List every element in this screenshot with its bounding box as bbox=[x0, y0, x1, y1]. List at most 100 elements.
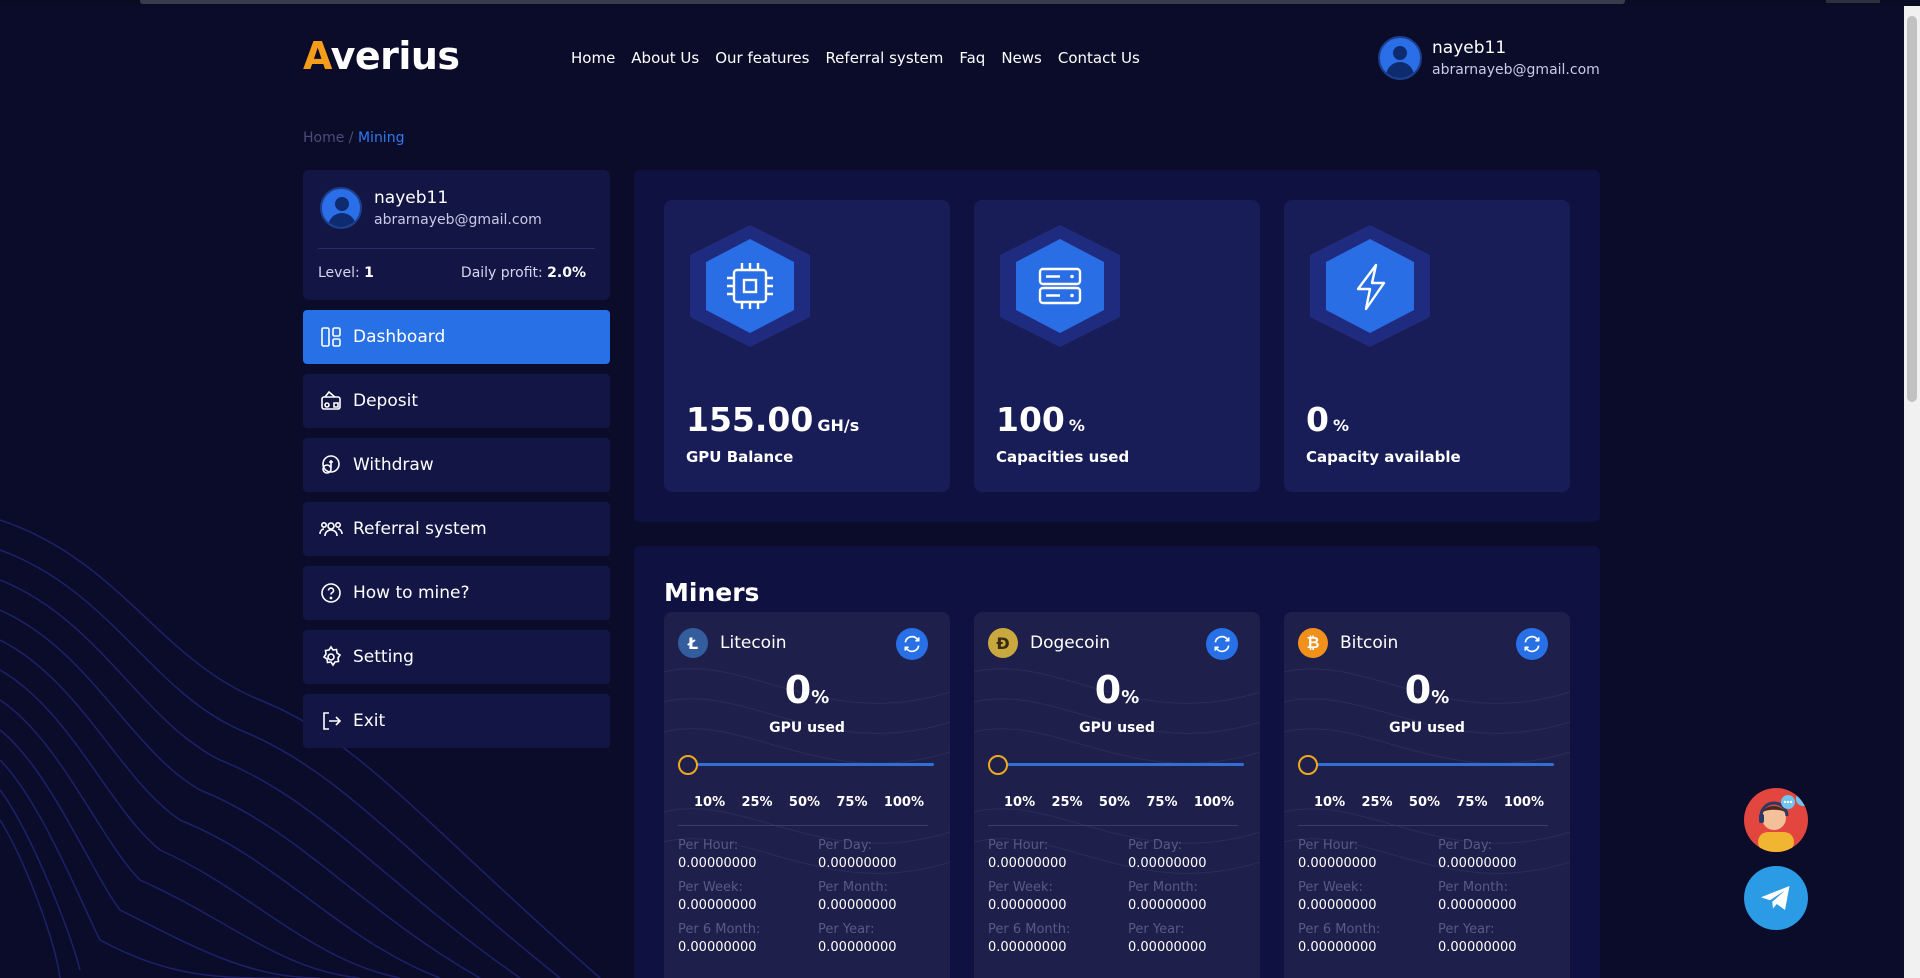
tick-25[interactable]: 25% bbox=[1051, 795, 1082, 810]
gpu-used-label: GPU used bbox=[1389, 720, 1465, 736]
gear-icon bbox=[322, 645, 342, 667]
server-icon bbox=[1000, 225, 1120, 347]
earn-per-day: Per Day: 0.00000000 bbox=[1438, 838, 1517, 871]
gpu-slider-handle[interactable] bbox=[988, 755, 1008, 775]
refresh-button[interactable] bbox=[896, 628, 928, 660]
sidebar-item-label: How to mine? bbox=[353, 583, 470, 603]
sidebar-item-setting[interactable]: Setting bbox=[303, 630, 610, 684]
gpu-slider-handle[interactable] bbox=[678, 755, 698, 775]
tick-50[interactable]: 50% bbox=[1409, 795, 1440, 810]
tick-25[interactable]: 25% bbox=[1361, 795, 1392, 810]
breadcrumb-current: Mining bbox=[357, 130, 405, 146]
nav-faq[interactable]: Faq bbox=[959, 49, 985, 67]
nav-about-us[interactable]: About Us bbox=[631, 49, 699, 67]
wallet-icon bbox=[321, 390, 341, 410]
earn-per-week: Per Week: 0.00000000 bbox=[678, 880, 757, 913]
gpu-slider-track[interactable] bbox=[1004, 763, 1244, 766]
gpu-percent: 0% bbox=[784, 668, 830, 712]
capacities-used-value: 100% bbox=[996, 400, 1085, 439]
sidebar-item-dashboard[interactable]: Dashboard bbox=[303, 310, 610, 364]
main-nav: Home About Us Our features Referral syst… bbox=[571, 49, 1156, 67]
browser-tab-bar bbox=[140, 0, 1625, 4]
divider bbox=[678, 825, 928, 826]
refresh-button[interactable] bbox=[1516, 628, 1548, 660]
gpu-slider-handle[interactable] bbox=[1298, 755, 1318, 775]
earn-per-year: Per Year: 0.00000000 bbox=[1128, 922, 1207, 955]
breadcrumb-home[interactable]: Home bbox=[303, 130, 344, 146]
stat-card-gpu-balance: 155.00 GH/s GPU Balance bbox=[664, 200, 950, 492]
browser-top-strip bbox=[0, 0, 1920, 6]
page-scrollbar[interactable] bbox=[1904, 6, 1920, 978]
tick-25[interactable]: 25% bbox=[741, 795, 772, 810]
avatar-icon bbox=[1378, 36, 1422, 80]
earn-per-day: Per Day: 0.00000000 bbox=[818, 838, 897, 871]
scrollbar-thumb[interactable] bbox=[1907, 16, 1917, 402]
tick-75[interactable]: 75% bbox=[1456, 795, 1487, 810]
sidebar-item-deposit[interactable]: Deposit bbox=[303, 374, 610, 428]
sidebar-item-how-to-mine[interactable]: How to mine? bbox=[303, 566, 610, 620]
tick-50[interactable]: 50% bbox=[1099, 795, 1130, 810]
earn-per-6month: Per 6 Month: 0.00000000 bbox=[988, 922, 1071, 955]
gpu-slider-track[interactable] bbox=[1314, 763, 1554, 766]
nav-news[interactable]: News bbox=[1001, 49, 1042, 67]
nav-referral-system[interactable]: Referral system bbox=[825, 49, 943, 67]
support-agent-icon bbox=[1758, 792, 1808, 852]
site-logo[interactable]: Averius bbox=[303, 34, 460, 78]
header-user-menu[interactable]: nayeb11 abrarnayeb@gmail.com bbox=[1378, 36, 1600, 80]
browser-control bbox=[1826, 0, 1880, 3]
divider bbox=[1298, 825, 1548, 826]
profile-card: nayeb11 abrarnayeb@gmail.com Level: 1 Da… bbox=[303, 170, 610, 300]
header-email: abrarnayeb@gmail.com bbox=[1432, 62, 1600, 78]
gpu-percent: 0% bbox=[1404, 668, 1450, 712]
refresh-button[interactable] bbox=[1206, 628, 1238, 660]
tick-50[interactable]: 50% bbox=[789, 795, 820, 810]
capacity-available-label: Capacity available bbox=[1306, 448, 1461, 466]
gpu-balance-label: GPU Balance bbox=[686, 448, 794, 466]
refresh-icon bbox=[904, 635, 920, 653]
tick-100[interactable]: 100% bbox=[1194, 795, 1234, 810]
stats-panel: 155.00 GH/s GPU Balance 100% Capacities u… bbox=[634, 170, 1600, 522]
earn-per-6month: Per 6 Month: 0.00000000 bbox=[678, 922, 761, 955]
profile-level: Level: 1 bbox=[318, 265, 374, 281]
sidebar-item-label: Withdraw bbox=[353, 455, 434, 475]
sidebar-item-label: Referral system bbox=[353, 519, 487, 539]
support-chat-button[interactable] bbox=[1744, 788, 1808, 852]
earn-per-week: Per Week: 0.00000000 bbox=[1298, 880, 1377, 913]
tick-75[interactable]: 75% bbox=[836, 795, 867, 810]
profile-username: nayeb11 bbox=[374, 188, 449, 208]
tick-100[interactable]: 100% bbox=[1504, 795, 1544, 810]
tick-100[interactable]: 100% bbox=[884, 795, 924, 810]
gpu-slider-track[interactable] bbox=[694, 763, 934, 766]
lightning-icon bbox=[1310, 225, 1430, 347]
gpu-used-label: GPU used bbox=[769, 720, 845, 736]
divider bbox=[988, 825, 1238, 826]
dogecoin-icon: Ð bbox=[988, 628, 1018, 658]
capacities-used-label: Capacities used bbox=[996, 448, 1130, 466]
cpu-icon bbox=[690, 225, 810, 347]
profile-daily-profit: Daily profit: 2.0% bbox=[461, 265, 586, 281]
slider-ticks: 10% 25% 50% 75% 100% bbox=[1004, 795, 1234, 810]
question-icon bbox=[321, 583, 341, 603]
nav-home[interactable]: Home bbox=[571, 49, 615, 67]
gpu-percent: 0% bbox=[1094, 668, 1140, 712]
sidebar-item-withdraw[interactable]: Withdraw bbox=[303, 438, 610, 492]
sidebar-item-referral[interactable]: Referral system bbox=[303, 502, 610, 556]
profile-divider bbox=[318, 248, 595, 249]
telegram-button[interactable] bbox=[1744, 866, 1808, 930]
refresh-icon bbox=[1524, 635, 1540, 653]
tick-10[interactable]: 10% bbox=[1314, 795, 1345, 810]
stat-card-capacity-available: 0% Capacity available bbox=[1284, 200, 1570, 492]
coins-icon bbox=[322, 455, 340, 474]
level-value: 1 bbox=[364, 265, 374, 281]
tick-10[interactable]: 10% bbox=[694, 795, 725, 810]
slider-ticks: 10% 25% 50% 75% 100% bbox=[694, 795, 924, 810]
nav-contact-us[interactable]: Contact Us bbox=[1058, 49, 1140, 67]
logo-accent-letter: A bbox=[303, 34, 331, 78]
tick-10[interactable]: 10% bbox=[1004, 795, 1035, 810]
sidebar-item-exit[interactable]: Exit bbox=[303, 694, 610, 748]
nav-our-features[interactable]: Our features bbox=[715, 49, 809, 67]
tick-75[interactable]: 75% bbox=[1146, 795, 1177, 810]
coin-name: Litecoin bbox=[720, 633, 787, 653]
stat-card-capacities-used: 100% Capacities used bbox=[974, 200, 1260, 492]
sidebar-item-label: Exit bbox=[353, 711, 386, 731]
